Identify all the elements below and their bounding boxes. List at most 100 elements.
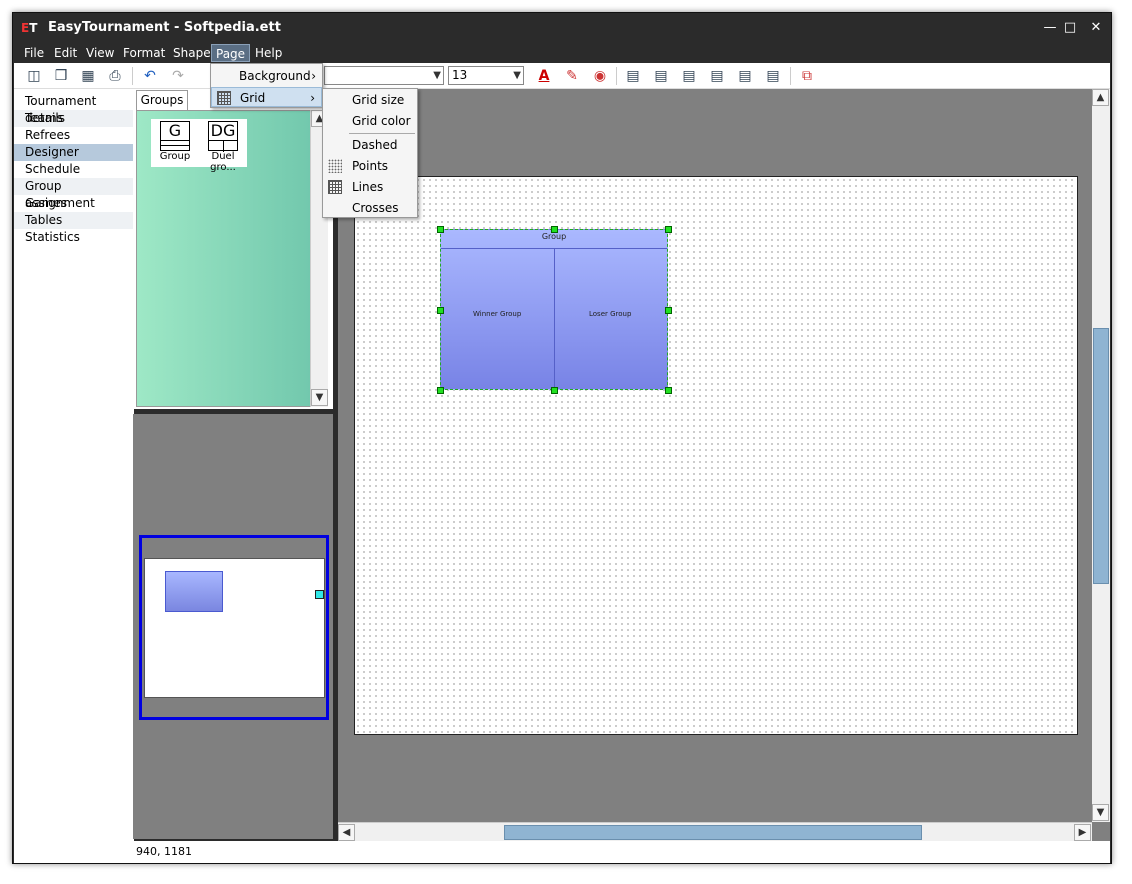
app-logo-icon: ET [21, 21, 38, 35]
cursor-coordinates: 940, 1181 [136, 845, 192, 858]
page-menu-dropdown: Background › Grid › [210, 63, 323, 108]
resize-handle[interactable] [665, 387, 672, 394]
overview-page [144, 558, 325, 698]
group-shape-icon: G [160, 121, 190, 151]
resize-handle[interactable] [437, 226, 444, 233]
minimize-button[interactable]: — [1039, 18, 1061, 38]
shape-item-label: Duel gro... [210, 151, 236, 173]
new-icon[interactable]: ◫ [24, 66, 44, 86]
canvas-vertical-scrollbar[interactable]: ▲ ▼ [1092, 89, 1110, 822]
window-title: EasyTournament - Softpedia.ett [48, 20, 281, 35]
shape-divider [554, 249, 555, 390]
grid-submenu: Grid size Grid color Dashed Points Lines… [322, 88, 418, 218]
nav-item-statistics[interactable]: Statistics [14, 229, 134, 246]
shape-left-label: Winner Group [473, 310, 522, 318]
vertical-scroll-thumb[interactable] [1093, 328, 1109, 584]
nav-item-tournament-details[interactable]: Tournament details [14, 93, 134, 125]
font-color-icon[interactable]: A [534, 66, 554, 86]
resize-handle[interactable] [551, 387, 558, 394]
maximize-button[interactable]: □ [1059, 18, 1081, 38]
lines-icon [328, 180, 342, 194]
scroll-right-icon[interactable]: ▶ [1074, 824, 1091, 841]
menu-item-grid-size[interactable]: Grid size [323, 90, 417, 110]
shape-item-duel-group[interactable]: DG Duel gro... [199, 119, 247, 173]
menu-shape[interactable]: Shape [169, 44, 215, 62]
scroll-up-icon[interactable]: ▲ [1092, 89, 1109, 106]
nav-item-teams[interactable]: Teams [14, 110, 134, 127]
nav-item-designer[interactable]: Designer [14, 144, 134, 161]
duel-group-shape-icon: DG [208, 121, 238, 152]
align-left-icon[interactable]: ▤ [623, 66, 643, 86]
undo-icon[interactable]: ↶ [140, 66, 160, 86]
save-icon[interactable]: ▦ [78, 66, 98, 86]
menu-page[interactable]: Page [211, 44, 251, 62]
menu-view[interactable]: View [82, 44, 118, 62]
resize-handle[interactable] [437, 307, 444, 314]
menu-item-dashed[interactable]: Dashed [323, 135, 417, 155]
font-family-combo[interactable]: ▼ [324, 66, 444, 85]
font-size-combo[interactable]: 13 ▼ [448, 66, 524, 85]
overview-viewport[interactable] [139, 535, 329, 720]
print-icon[interactable]: ⎙ [105, 66, 125, 86]
align-right-icon[interactable]: ▤ [679, 66, 699, 86]
nav-item-refrees[interactable]: Refrees [14, 127, 134, 144]
shapes-panel: Groups G Group DG Duel gro... ▲ ▼ [133, 89, 333, 409]
menu-item-lines[interactable]: Lines [323, 177, 417, 197]
toolbar-separator [790, 67, 791, 85]
overview-resize-handle[interactable] [315, 590, 324, 599]
align-middle-icon[interactable]: ▤ [735, 66, 755, 86]
group-shape[interactable]: Group Winner Group Loser Group [437, 226, 672, 394]
menu-help[interactable]: Help [251, 44, 286, 62]
toolbar: ◫ ❒ ▦ ⎙ ↶ ↷ ▼ 13 ▼ A ✎ ◉ ▤ ▤ ▤ ▤ ▤ ▤ ⧉ [14, 63, 1110, 89]
canvas-horizontal-scrollbar[interactable]: ◀ ▶ [338, 822, 1092, 841]
nav-list: Tournament details Teams Refrees Designe… [14, 93, 134, 246]
menu-separator [349, 133, 415, 134]
nav-item-group-assignment[interactable]: Group assignment [14, 178, 134, 210]
nav-item-schedule[interactable]: Schedule [14, 161, 134, 178]
resize-handle[interactable] [665, 307, 672, 314]
horizontal-scroll-thumb[interactable] [504, 825, 922, 840]
close-button[interactable]: ✕ [1085, 18, 1107, 38]
chevron-down-icon: ▼ [513, 70, 521, 81]
menu-item-grid[interactable]: Grid › [211, 87, 322, 107]
canvas-page[interactable]: Group Winner Group Loser Group [354, 176, 1078, 735]
align-center-icon[interactable]: ▤ [651, 66, 671, 86]
shape-library: G Group DG Duel gro... [136, 110, 312, 407]
redo-icon[interactable]: ↷ [168, 66, 188, 86]
arrange-icon[interactable]: ⧉ [797, 66, 817, 86]
scroll-down-icon[interactable]: ▼ [311, 389, 328, 406]
chevron-right-icon: › [311, 69, 316, 83]
shape-right-label: Loser Group [589, 310, 632, 318]
resize-handle[interactable] [665, 226, 672, 233]
overview-shape [165, 571, 223, 612]
highlight-icon[interactable]: ✎ [562, 66, 582, 86]
grid-icon [217, 91, 231, 105]
status-bar: 940, 1181 [14, 841, 1110, 863]
align-bottom-icon[interactable]: ▤ [763, 66, 783, 86]
align-top-icon[interactable]: ▤ [707, 66, 727, 86]
resize-handle[interactable] [437, 387, 444, 394]
menu-item-background[interactable]: Background › [211, 66, 322, 86]
menu-format[interactable]: Format [119, 44, 169, 62]
scroll-down-icon[interactable]: ▼ [1092, 804, 1109, 821]
points-icon [328, 159, 342, 173]
sidebar-nav: Tournament details Teams Refrees Designe… [14, 89, 134, 849]
shape-item-group[interactable]: G Group [151, 119, 199, 167]
menu-file[interactable]: File [20, 44, 48, 62]
overview-panel [133, 414, 333, 839]
fill-color-icon[interactable]: ◉ [590, 66, 610, 86]
menu-item-points[interactable]: Points [323, 156, 417, 176]
title-bar[interactable]: ET EasyTournament - Softpedia.ett — □ ✕ [13, 13, 1111, 43]
scroll-left-icon[interactable]: ◀ [338, 824, 355, 841]
menu-item-grid-color[interactable]: Grid color [323, 111, 417, 131]
tab-groups[interactable]: Groups [136, 90, 188, 110]
nav-item-tables[interactable]: Tables [14, 212, 134, 229]
chevron-down-icon: ▼ [433, 70, 441, 81]
design-canvas[interactable]: Group Winner Group Loser Group ▲ ▼ ◀ ▶ [338, 89, 1110, 841]
chevron-right-icon: › [310, 91, 315, 105]
resize-handle[interactable] [551, 226, 558, 233]
open-icon[interactable]: ❒ [51, 66, 71, 86]
menu-item-crosses[interactable]: Crosses [323, 198, 417, 218]
app-window: ET EasyTournament - Softpedia.ett — □ ✕ … [12, 12, 1112, 864]
menu-edit[interactable]: Edit [50, 44, 81, 62]
